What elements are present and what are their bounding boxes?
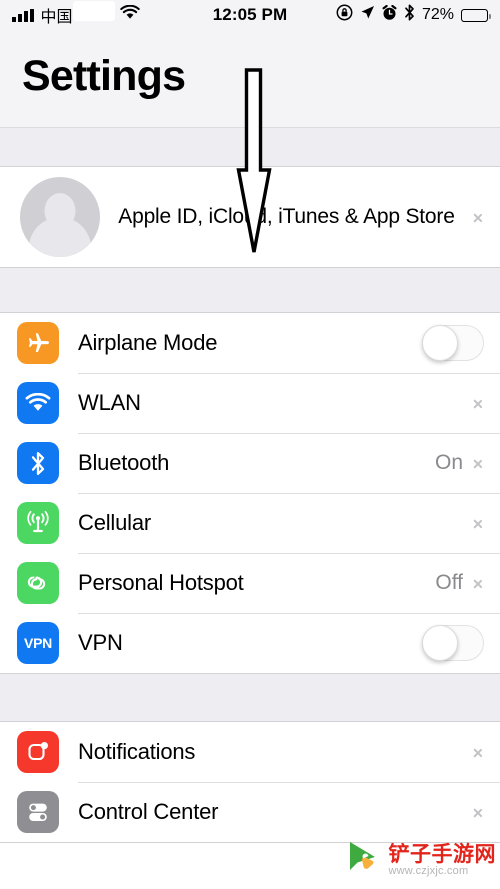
- vpn-icon: VPN: [17, 622, 59, 664]
- chevron-right-icon: [473, 743, 484, 761]
- avatar-placeholder-icon: [20, 177, 100, 257]
- settings-row-vpn[interactable]: VPN VPN: [0, 613, 500, 673]
- location-arrow-icon: [360, 5, 375, 25]
- settings-row-value: Off: [435, 571, 463, 594]
- iphone-settings-screen: 中国 12:05 PM 72% Settings Apple ID, iClou…: [0, 0, 500, 889]
- cellular-antenna-icon: [17, 502, 59, 544]
- apple-id-label: Apple ID, iCloud, iTunes & App Store: [118, 205, 455, 228]
- watermark-texts: 铲子手游网 www.czjxjc.com: [388, 842, 497, 878]
- settings-row-accessory: [463, 514, 500, 532]
- section-gap-2: [0, 674, 500, 721]
- settings-row-label: Cellular: [78, 510, 151, 535]
- settings-row-accessory: On: [435, 451, 500, 475]
- settings-row-label: Personal Hotspot: [78, 570, 244, 595]
- airplane-mode-toggle[interactable]: [422, 325, 484, 361]
- settings-row-wlan[interactable]: WLAN: [0, 373, 500, 433]
- chevron-right-icon: [473, 394, 484, 412]
- settings-row-cellular[interactable]: Cellular: [0, 493, 500, 553]
- connectivity-group: Airplane Mode WLAN Bluetooth On Cellular…: [0, 312, 500, 674]
- status-bar: 中国 12:05 PM 72%: [0, 0, 500, 30]
- airplane-icon: [17, 322, 59, 364]
- cursor-logo-icon: [344, 838, 384, 883]
- navigation-bar: Settings: [0, 30, 500, 128]
- settings-row-accessory: [463, 743, 500, 761]
- vpn-icon-text: VPN: [24, 635, 52, 651]
- battery-icon: [461, 8, 491, 22]
- settings-row-accessory: Off: [435, 571, 500, 595]
- bluetooth-icon: [404, 4, 415, 26]
- settings-row-accessory: [463, 394, 500, 412]
- page-title: Settings: [22, 52, 186, 100]
- chevron-right-icon: [473, 574, 484, 592]
- watermark: 铲子手游网 www.czjxjc.com: [344, 838, 497, 883]
- section-gap-top: [0, 128, 500, 166]
- chevron-right-icon: [473, 514, 484, 532]
- section-gap-1: [0, 268, 500, 312]
- alarm-clock-icon: [382, 4, 397, 26]
- settings-row-label: VPN: [78, 630, 123, 655]
- watermark-site-name: 铲子手游网: [388, 842, 496, 866]
- apple-id-group: Apple ID, iCloud, iTunes & App Store: [0, 166, 500, 268]
- chevron-right-icon: [473, 208, 484, 226]
- control-center-icon: [17, 791, 59, 833]
- battery-percent-label: 72%: [421, 6, 454, 23]
- settings-row-label: Bluetooth: [78, 450, 170, 475]
- hotspot-link-icon: [17, 562, 59, 604]
- settings-row-bluetooth[interactable]: Bluetooth On: [0, 433, 500, 493]
- chevron-right-icon: [473, 803, 484, 821]
- settings-row-accessory: [422, 625, 500, 661]
- notifications-icon: [17, 731, 59, 773]
- status-bar-right: 72%: [336, 4, 491, 26]
- settings-row-control-center[interactable]: Control Center: [0, 782, 500, 842]
- settings-row-label: WLAN: [78, 390, 141, 415]
- settings-row-label: Control Center: [78, 799, 219, 824]
- bluetooth-icon: [17, 442, 59, 484]
- settings-row-value: On: [434, 451, 463, 474]
- settings-row-airplane-mode[interactable]: Airplane Mode: [0, 313, 500, 373]
- settings-row-notifications[interactable]: Notifications: [0, 722, 500, 782]
- settings-row-label: Airplane Mode: [78, 330, 218, 355]
- watermark-url: www.czjxjc.com: [388, 864, 469, 877]
- settings-row-accessory: [463, 803, 500, 821]
- settings-row-label: Notifications: [78, 739, 196, 764]
- rotation-lock-icon: [336, 4, 353, 26]
- vpn-toggle[interactable]: [422, 625, 484, 661]
- wifi-icon: [17, 382, 59, 424]
- apple-id-row[interactable]: Apple ID, iCloud, iTunes & App Store: [0, 167, 500, 267]
- settings-row-accessory: [422, 325, 500, 361]
- settings-row-personal-hotspot[interactable]: Personal Hotspot Off: [0, 553, 500, 613]
- chevron-right-icon: [473, 454, 484, 472]
- system-group: Notifications Control Center: [0, 721, 500, 843]
